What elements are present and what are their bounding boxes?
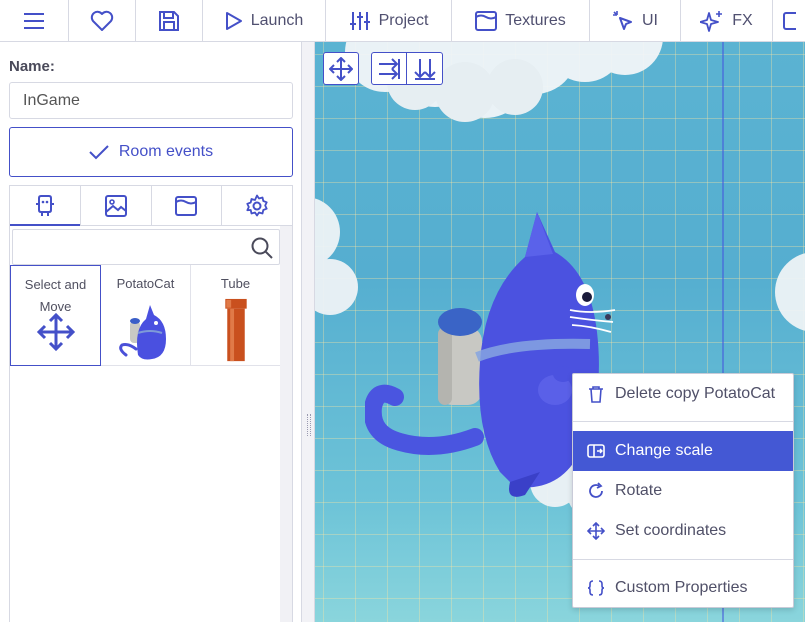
copies-icon: [35, 194, 54, 216]
menu-label: Change scale: [615, 442, 713, 459]
move-arrows-icon: [36, 312, 75, 352]
rotate-icon: [589, 482, 603, 498]
pointer-sparkle-icon: [613, 10, 632, 30]
potatocat-thumbnail: [118, 305, 166, 360]
menu-item-rotate[interactable]: Rotate: [573, 471, 793, 511]
top-toolbar: Launch Project Textures UI FX: [0, 0, 805, 42]
sliders-icon: [349, 11, 370, 30]
room-events-label: Room events: [118, 143, 214, 160]
panel-resize-handle[interactable]: [301, 42, 315, 622]
menu-item-set-coordinates[interactable]: Set coordinates: [573, 511, 793, 551]
template-grid: Select and Move PotatoCat Tube: [10, 265, 281, 366]
textures-button[interactable]: Textures: [452, 0, 590, 41]
arrows-right-icon: [379, 57, 400, 80]
menu-label: Rotate: [615, 482, 663, 499]
canvas-tools-left: [323, 52, 359, 85]
template-search-input[interactable]: [12, 229, 280, 265]
scale-icon: [587, 444, 605, 458]
fx-button[interactable]: FX: [681, 0, 773, 41]
ui-button[interactable]: UI: [590, 0, 681, 41]
menu-item-change-scale[interactable]: Change scale: [573, 431, 793, 471]
menu-item-delete-copy[interactable]: Delete copy PotatoCat: [573, 374, 793, 414]
align-horizontal-button[interactable]: [371, 52, 407, 85]
search-icon: [251, 237, 273, 264]
partial-icon: [783, 11, 796, 30]
ui-label: UI: [642, 11, 658, 29]
background-icon: [175, 195, 198, 216]
menu-separator: [573, 421, 793, 422]
hamburger-icon: [24, 12, 44, 29]
menu-button[interactable]: [0, 0, 69, 41]
tube-thumbnail: [224, 298, 247, 362]
room-tabs: [9, 185, 293, 226]
launch-label: Launch: [250, 11, 304, 29]
menu-separator: [573, 559, 793, 560]
template-label: Tube: [220, 276, 251, 291]
check-icon: [89, 145, 109, 160]
room-events-button[interactable]: Room events: [9, 127, 293, 177]
braces-icon: [587, 580, 605, 596]
sparkles-icon: [700, 10, 723, 32]
free-move-button[interactable]: [323, 52, 359, 85]
tab-tiles[interactable]: [152, 186, 223, 225]
room-name-input[interactable]: InGame: [9, 82, 293, 119]
image-icon: [104, 194, 127, 217]
grip-icon: [307, 414, 311, 436]
templates-panel: Select and Move PotatoCat Tube: [9, 226, 293, 622]
settings-icon: [246, 194, 268, 216]
menu-item-custom-properties[interactable]: Custom Properties: [573, 568, 793, 608]
project-button[interactable]: Project: [326, 0, 452, 41]
more-button[interactable]: [773, 0, 805, 41]
template-potatocat[interactable]: PotatoCat: [101, 265, 191, 366]
favorite-button[interactable]: [69, 0, 136, 41]
template-label: PotatoCat: [116, 276, 175, 291]
name-label: Name:: [9, 58, 55, 75]
template-tube[interactable]: Tube: [191, 265, 281, 366]
context-menu: Delete copy PotatoCat Change scale Rotat…: [572, 373, 794, 608]
project-label: Project: [378, 11, 429, 29]
texture-icon: [475, 10, 498, 31]
template-scrollbar[interactable]: [280, 226, 292, 622]
menu-label: Delete copy PotatoCat: [615, 385, 776, 402]
tab-settings[interactable]: [222, 186, 292, 225]
heart-icon: [90, 10, 114, 31]
fx-label: FX: [732, 11, 753, 29]
template-select-and-move[interactable]: Select and Move: [10, 265, 101, 366]
menu-label: Set coordinates: [615, 522, 727, 539]
trash-icon: [589, 386, 603, 403]
move-arrows-icon: [329, 56, 353, 81]
launch-button[interactable]: Launch: [203, 0, 326, 41]
move-arrows-icon: [587, 522, 605, 540]
menu-label: Custom Properties: [615, 579, 748, 596]
align-vertical-button[interactable]: [407, 52, 443, 85]
arrows-down-icon: [413, 58, 436, 80]
room-properties-panel: Name: InGame Room events Select and Move: [0, 42, 301, 622]
play-icon: [225, 11, 242, 30]
save-icon: [159, 10, 179, 31]
tab-backgrounds[interactable]: [81, 186, 152, 225]
save-button[interactable]: [136, 0, 203, 41]
tab-copies[interactable]: [10, 186, 81, 226]
textures-label: Textures: [505, 11, 566, 29]
canvas-tools-right: [371, 52, 443, 85]
